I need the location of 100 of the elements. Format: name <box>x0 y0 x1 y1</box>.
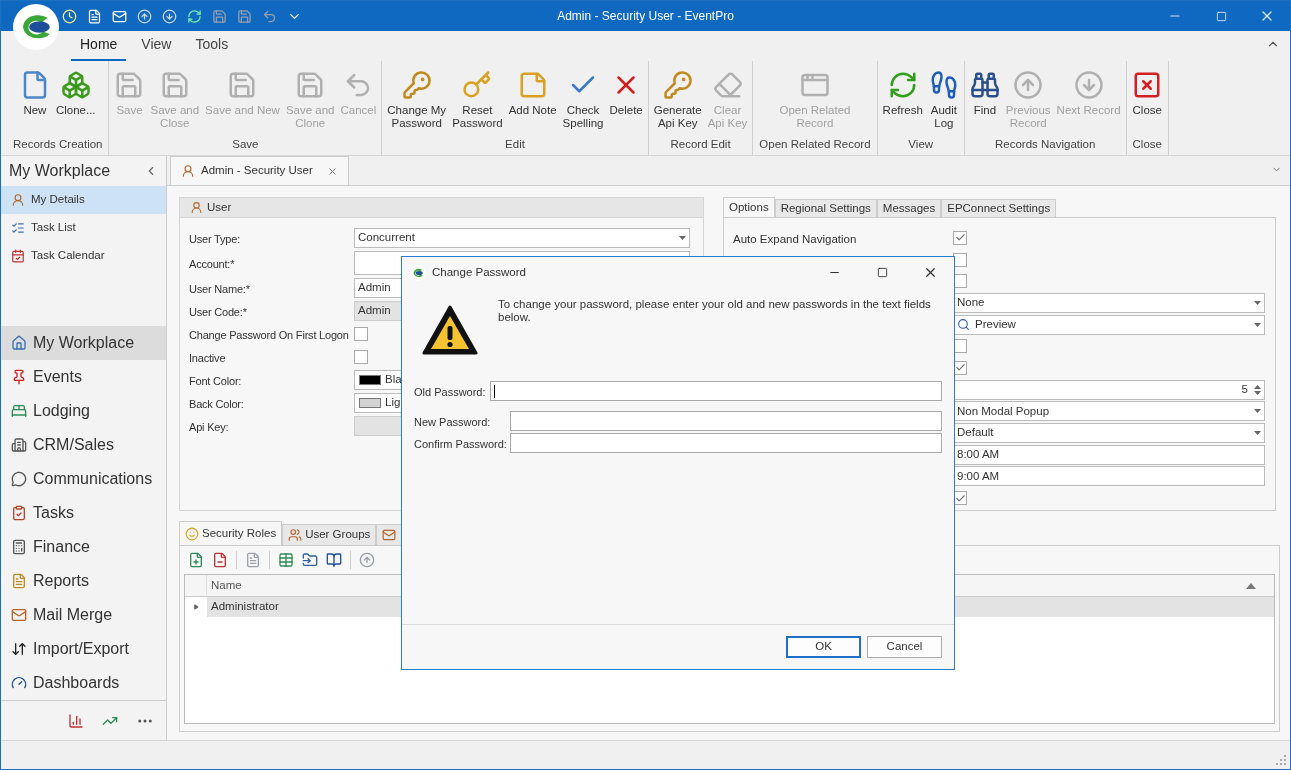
cubes-icon <box>60 70 91 100</box>
field-label: Change Password On First Logon <box>189 329 349 341</box>
toolbar-button[interactable] <box>86 7 103 25</box>
nav-item[interactable]: Import/Export <box>1 632 166 666</box>
nav-item[interactable]: Events <box>1 360 166 394</box>
ribbon-button[interactable]: Generate Api Key <box>650 66 705 130</box>
tab[interactable] <box>376 524 403 545</box>
tab[interactable]: Options <box>723 197 775 217</box>
input-field[interactable]: 9:00 AM <box>953 466 1265 487</box>
sidebar-item[interactable]: Task List <box>1 214 166 242</box>
checkbox[interactable] <box>354 350 368 364</box>
toolbar-button[interactable] <box>136 7 153 25</box>
sidebar-title: My Workplace <box>9 161 111 181</box>
ribbon-button[interactable]: Close <box>1129 66 1166 117</box>
ribbon-button[interactable]: New <box>16 66 53 117</box>
nav-item[interactable]: Tasks <box>1 496 166 530</box>
spin-arrows-icon[interactable] <box>1254 384 1261 395</box>
sidebar-item[interactable]: My Details <box>1 186 166 214</box>
nav-item-label: Mail Merge <box>33 605 113 625</box>
ribbon-button[interactable]: Delete <box>606 66 646 117</box>
dialog-button[interactable]: Cancel <box>867 636 942 658</box>
tab[interactable]: Messages <box>876 199 942 217</box>
nav-item[interactable]: My Workplace <box>1 326 166 360</box>
arrows-icon <box>11 641 27 657</box>
ribbon-tab[interactable]: Home <box>71 34 127 61</box>
dropdown[interactable]: Default <box>953 423 1265 444</box>
maximize-icon <box>1215 10 1227 22</box>
group-label: Open Related Record <box>758 137 872 152</box>
nav-item[interactable]: Mail Merge <box>1 598 166 632</box>
dropdown[interactable]: Non Modal Popup <box>953 401 1265 422</box>
remove-icon[interactable] <box>212 552 228 568</box>
tab[interactable]: Security Roles <box>179 521 283 545</box>
dropdown[interactable]: Preview <box>953 314 1265 335</box>
table-icon[interactable] <box>278 552 294 568</box>
toolbar-button[interactable] <box>61 7 78 25</box>
floppy-icon <box>212 8 227 24</box>
home-icon <box>11 335 27 351</box>
ribbon-button[interactable]: Change My Password <box>384 66 450 130</box>
document-tab[interactable]: Admin - Security User <box>170 156 349 185</box>
sidebar-item-label: My Details <box>31 192 85 208</box>
user-icon <box>190 201 203 214</box>
checkbox[interactable] <box>354 327 368 341</box>
dialog-title: Change Password <box>432 264 526 280</box>
building-icon <box>11 437 27 453</box>
dropdown[interactable]: Concurrent <box>354 228 690 248</box>
dropdown[interactable]: None <box>953 292 1265 313</box>
field-label: New Password: <box>414 416 491 428</box>
folder-icon[interactable] <box>302 552 318 568</box>
ribbon-tab[interactable]: View <box>132 34 181 61</box>
ribbon-tab[interactable]: Tools <box>186 34 238 61</box>
table-cell-text: Administrator <box>210 599 280 615</box>
group-label: Close <box>1131 137 1163 152</box>
group-label: Record Edit <box>669 137 732 152</box>
nav-item[interactable]: Communications <box>1 462 166 496</box>
tab[interactable]: Regional Settings <box>774 199 877 217</box>
bed-icon <box>11 403 27 419</box>
checkbox[interactable] <box>953 252 967 267</box>
field-label: Font Color: <box>189 375 242 387</box>
book-icon[interactable] <box>326 552 342 568</box>
sidebar-item[interactable]: Task Calendar <box>1 242 166 270</box>
document-icon[interactable] <box>245 552 261 568</box>
field-label: Old Password: <box>414 386 486 398</box>
nav-item[interactable]: CRM/Sales <box>1 428 166 462</box>
nav-item[interactable]: Lodging <box>1 394 166 428</box>
ribbon-button[interactable]: Add Note <box>505 66 560 117</box>
chat-icon <box>11 471 27 487</box>
nav-item[interactable]: Dashboards <box>1 666 166 700</box>
password-field[interactable] <box>510 433 942 453</box>
spin-field[interactable]: 5 <box>953 379 1265 400</box>
nav-item[interactable]: Reports <box>1 564 166 598</box>
warning-icon <box>422 304 478 356</box>
tab[interactable]: EPConnect Settings <box>941 199 1057 217</box>
ribbon-button[interactable]: Clone... <box>52 66 99 117</box>
dialog-button[interactable]: OK <box>786 636 861 658</box>
tab[interactable]: User Groups <box>282 524 377 545</box>
nav-item-label: My Workplace <box>33 333 135 353</box>
toolbar-button[interactable] <box>161 7 178 25</box>
checkbox[interactable] <box>953 230 967 245</box>
password-field[interactable] <box>510 411 942 431</box>
nav-item-label: Lodging <box>33 401 90 421</box>
undo-icon <box>262 8 277 24</box>
close-icon[interactable] <box>326 165 338 177</box>
add-icon[interactable] <box>188 552 204 568</box>
field-label: Account:* <box>189 258 235 270</box>
nav-item-label: Reports <box>33 571 90 591</box>
expand-icon[interactable] <box>193 604 199 610</box>
input-field[interactable]: 8:00 AM <box>953 444 1265 465</box>
bar-chart-icon[interactable] <box>68 712 84 729</box>
group-label: Records Navigation <box>994 137 1097 152</box>
ribbon-button[interactable]: Audit Log <box>925 66 962 130</box>
ribbon-button[interactable]: Reset Password <box>449 66 506 130</box>
ribbon-button[interactable]: Check Spelling <box>559 66 607 130</box>
toolbar-button[interactable] <box>186 7 203 25</box>
nav-item[interactable]: Finance <box>1 530 166 564</box>
ribbon-button[interactable]: Refresh <box>879 66 926 117</box>
resize-grip-icon[interactable] <box>1276 755 1286 765</box>
field-label: User Name:* <box>189 283 250 295</box>
ribbon-button[interactable]: Find <box>966 66 1003 117</box>
group-label: View <box>907 137 935 152</box>
password-field[interactable] <box>490 381 942 401</box>
